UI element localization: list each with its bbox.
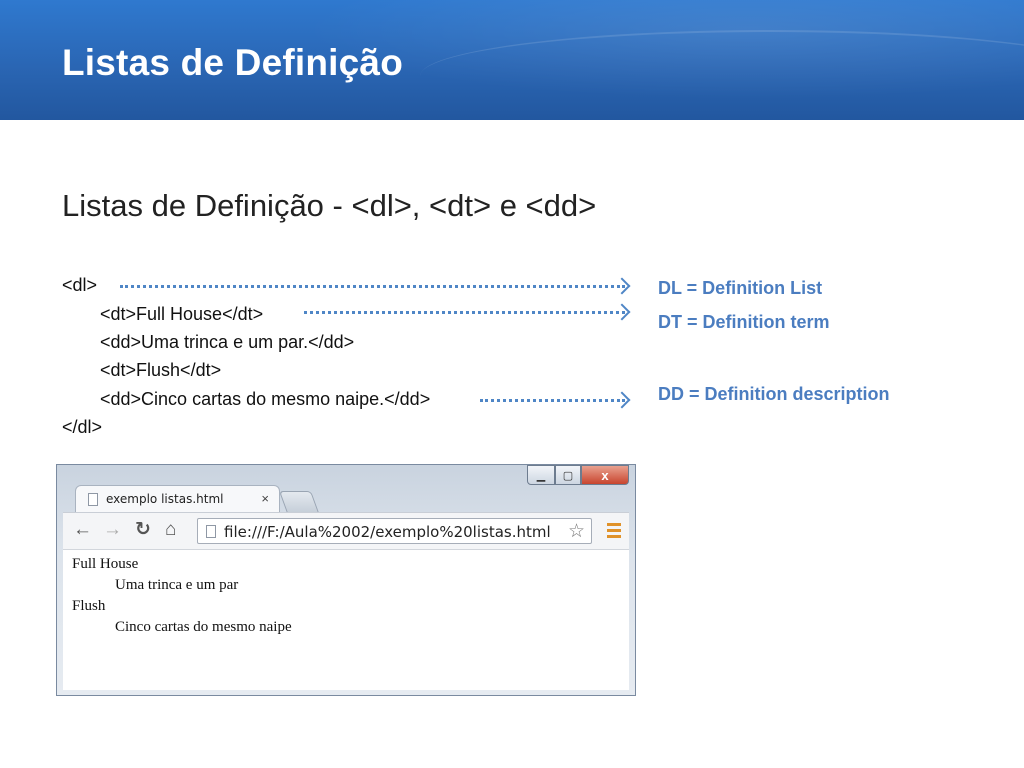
code-line-dd-cinco: <dd>Cinco cartas do mesmo naipe.</dd> (100, 389, 431, 409)
new-tab-button[interactable] (278, 491, 320, 513)
window-controls: ▁ ▢ x (527, 465, 629, 487)
back-arrow-icon[interactable]: ← (73, 520, 92, 540)
rendered-dt: Full House (72, 556, 139, 572)
page-icon (206, 525, 216, 538)
code-line-dt-flush: <dt>Flush</dt> (100, 360, 222, 380)
window-close-icon[interactable]: x (581, 465, 629, 485)
browser-window: ▁ ▢ x exemplo listas.html × ← → ↻ ⌂ file… (56, 464, 636, 696)
reload-icon[interactable]: ↻ (135, 520, 151, 540)
slide-title: Listas de Definição (62, 42, 404, 83)
arrowhead-icon (613, 303, 631, 321)
browser-toolbar: ← → ↻ ⌂ file:///F:/Aula%2002/exemplo%20l… (63, 512, 629, 549)
title-bar: Listas de Definição (0, 0, 1024, 120)
note-dd: DD = Definition description (658, 384, 890, 404)
page-icon (88, 493, 98, 506)
home-icon[interactable]: ⌂ (165, 520, 176, 540)
code-line-dl-close: </dl> (62, 417, 103, 437)
minimize-icon[interactable]: ▁ (527, 465, 555, 485)
code-line-dt-full-house: <dt>Full House</dt> (100, 304, 264, 324)
url-text: file:///F:/Aula%2002/exemplo%20listas.ht… (224, 523, 551, 541)
tab-label: exemplo listas.html (106, 492, 224, 506)
dotted-arrow-dd (480, 399, 625, 402)
forward-arrow-icon[interactable]: → (103, 520, 122, 540)
dotted-arrow-dl (120, 285, 625, 288)
note-dl: DL = Definition List (658, 278, 823, 298)
maximize-icon[interactable]: ▢ (555, 465, 581, 485)
address-bar[interactable]: file:///F:/Aula%2002/exemplo%20listas.ht… (197, 518, 592, 544)
arrowhead-icon (613, 391, 631, 409)
slide-subtitle: Listas de Definição - <dl>, <dt> e <dd> (62, 188, 597, 223)
menu-icon[interactable] (607, 523, 621, 539)
code-line-dl-open: <dl> (62, 275, 98, 295)
rendered-dt: Flush (72, 598, 106, 614)
rendered-dd: Cinco cartas do mesmo naipe (115, 619, 292, 635)
tab-close-icon[interactable]: × (261, 491, 269, 506)
bookmark-star-icon[interactable]: ☆ (568, 520, 585, 543)
page-content: Full House Uma trinca e um par Flush Cin… (63, 549, 629, 690)
arrowhead-icon (613, 277, 631, 295)
dotted-arrow-dt (304, 311, 625, 314)
note-dt: DT = Definition term (658, 312, 830, 332)
browser-tab[interactable]: exemplo listas.html × (75, 485, 280, 513)
code-line-dd-trinca: <dd>Uma trinca e um par.</dd> (100, 332, 355, 352)
rendered-dd: Uma trinca e um par (115, 577, 239, 593)
